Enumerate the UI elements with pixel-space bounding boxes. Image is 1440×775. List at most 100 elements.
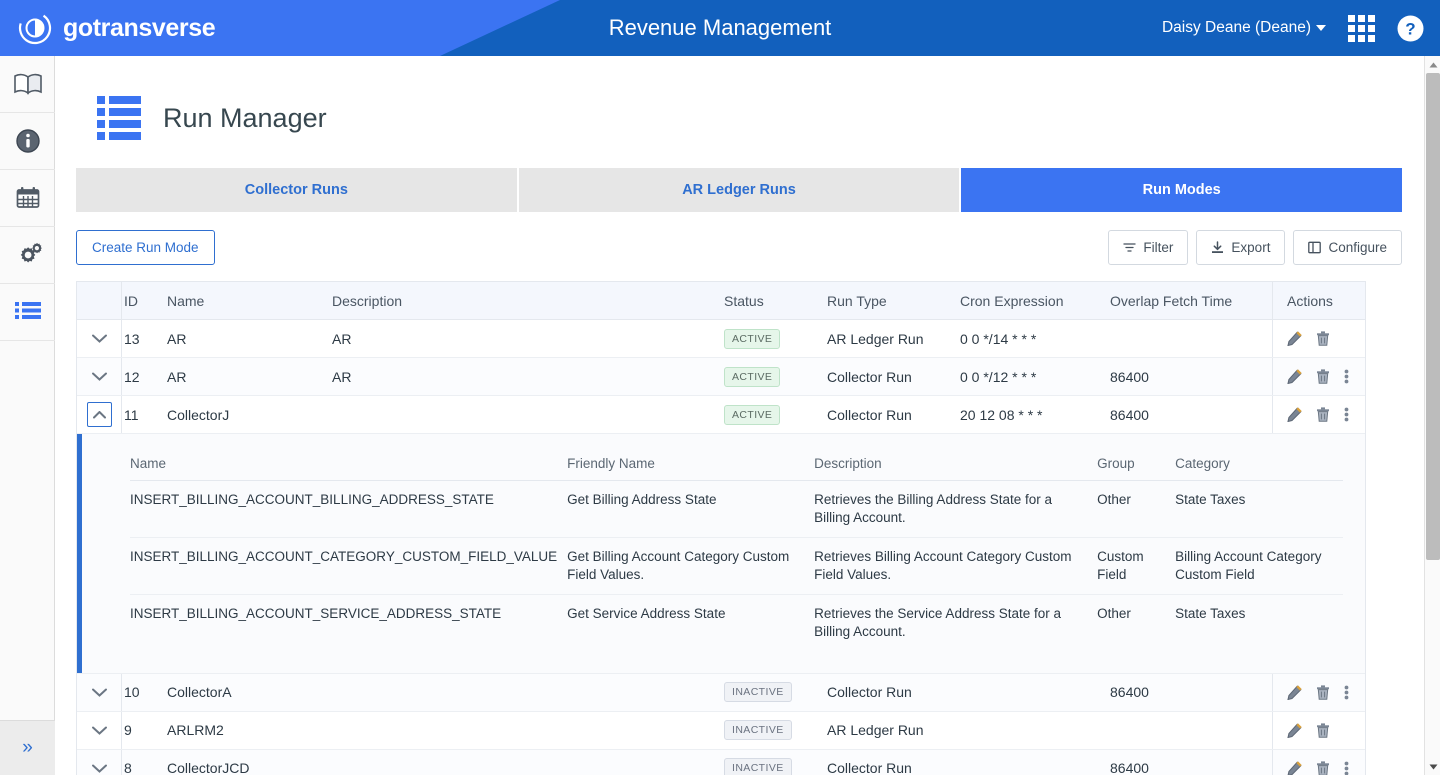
- sidebar-item-calendar[interactable]: [0, 170, 55, 227]
- column-header-toggle: [77, 281, 122, 320]
- more-vertical-icon[interactable]: [1344, 761, 1349, 775]
- detail-cell-name: INSERT_BILLING_ACCOUNT_BILLING_ADDRESS_S…: [130, 480, 568, 538]
- detail-column-group: Group: [1097, 456, 1176, 481]
- download-export-icon: [1212, 241, 1224, 253]
- gears-icon: [20, 242, 42, 263]
- cell-overlap: 86400: [1110, 760, 1149, 775]
- cell-status: INACTIVE: [724, 682, 827, 703]
- table-row[interactable]: 12 AR AR ACTIVE Collector Run 0 0 */12 *…: [77, 358, 1365, 396]
- tab-run-modes[interactable]: Run Modes: [961, 168, 1403, 212]
- user-menu-button[interactable]: Daisy Deane (Deane): [1162, 19, 1326, 37]
- row-expand-toggle[interactable]: [77, 358, 122, 395]
- cell-actions: [1272, 320, 1365, 357]
- pencil-icon[interactable]: [1287, 761, 1302, 775]
- sidebar-expand-button[interactable]: »: [0, 720, 55, 775]
- table-toolbar: Create Run Mode Filter Export Configure: [76, 230, 1402, 265]
- detail-row: INSERT_BILLING_ACCOUNT_BILLING_ADDRESS_S…: [130, 480, 1343, 538]
- scroll-down-arrow[interactable]: [1425, 758, 1440, 775]
- trash-icon[interactable]: [1316, 407, 1330, 422]
- table-row[interactable]: 13 AR AR ACTIVE AR Ledger Run 0 0 */14 *…: [77, 320, 1365, 358]
- trash-icon[interactable]: [1316, 331, 1330, 346]
- detail-row: INSERT_BILLING_ACCOUNT_CATEGORY_CUSTOM_F…: [130, 537, 1343, 595]
- cell-id: 10: [124, 684, 140, 701]
- toolbar-actions: Filter Export Configure: [1108, 230, 1402, 265]
- more-vertical-icon[interactable]: [1344, 369, 1349, 384]
- tab-bar: Collector Runs AR Ledger Runs Run Modes: [76, 168, 1403, 212]
- trash-icon[interactable]: [1316, 761, 1330, 775]
- tab-ar-ledger-runs[interactable]: AR Ledger Runs: [518, 168, 962, 212]
- pencil-icon[interactable]: [1287, 331, 1302, 346]
- page-header: Run Manager: [55, 56, 1424, 142]
- grid-apps-icon[interactable]: [1348, 14, 1375, 42]
- detail-cell-description: Retrieves Billing Account Category Custo…: [814, 537, 1098, 595]
- detail-cell-name: INSERT_BILLING_ACCOUNT_CATEGORY_CUSTOM_F…: [130, 537, 568, 595]
- table-row[interactable]: 9 ARLRM2 INACTIVE AR Ledger Run: [77, 711, 1365, 750]
- row-expand-toggle[interactable]: [77, 749, 122, 775]
- triangle-down-icon: [1429, 764, 1437, 769]
- cell-overlap: 86400: [1110, 684, 1149, 701]
- row-expand-toggle[interactable]: [77, 673, 122, 711]
- status-badge: ACTIVE: [724, 404, 781, 425]
- column-header-run-type: Run Type: [827, 292, 887, 309]
- cell-actions: [1272, 358, 1365, 395]
- export-button[interactable]: Export: [1196, 230, 1286, 265]
- column-header-overlap: Overlap Fetch Time: [1110, 292, 1233, 309]
- sidebar-item-info[interactable]: [0, 113, 55, 170]
- status-badge: INACTIVE: [724, 682, 792, 703]
- run-modes-table: ID Name Description Status Run Type Cron…: [76, 281, 1366, 775]
- detail-column-name: Name: [130, 456, 568, 481]
- more-vertical-icon[interactable]: [1344, 685, 1349, 700]
- sidebar-item-settings[interactable]: [0, 227, 55, 284]
- main-content: Run Manager Collector Runs AR Ledger Run…: [55, 56, 1424, 775]
- cell-actions: [1272, 673, 1365, 711]
- cell-name: AR: [167, 330, 187, 347]
- table-row[interactable]: 11 CollectorJ ACTIVE Collector Run 20 12…: [77, 396, 1365, 434]
- status-badge: INACTIVE: [724, 758, 792, 775]
- pencil-icon[interactable]: [1287, 369, 1302, 384]
- pencil-icon[interactable]: [1287, 685, 1302, 700]
- detail-column-category: Category: [1175, 456, 1343, 481]
- detail-cell-category: State Taxes: [1175, 480, 1343, 538]
- trash-icon[interactable]: [1316, 685, 1330, 700]
- tab-collector-runs[interactable]: Collector Runs: [76, 168, 519, 212]
- scrollbar-thumb[interactable]: [1426, 73, 1440, 560]
- row-expand-toggle[interactable]: [77, 320, 122, 357]
- pencil-icon[interactable]: [1287, 723, 1302, 738]
- sidebar-item-run-manager[interactable]: [0, 284, 55, 341]
- cell-cron: 0 0 */14 * * *: [960, 330, 1037, 347]
- column-header-name: Name: [167, 292, 205, 309]
- configure-button[interactable]: Configure: [1293, 230, 1402, 265]
- info-icon: [15, 129, 40, 153]
- filter-label: Filter: [1143, 240, 1174, 255]
- row-collapse-toggle[interactable]: [77, 396, 122, 433]
- cell-description: AR: [332, 330, 352, 347]
- page-title: Run Manager: [163, 102, 327, 133]
- trash-icon[interactable]: [1316, 369, 1330, 384]
- detail-cell-friendly-name: Get Billing Account Category Custom Fiel…: [567, 537, 815, 595]
- pencil-icon[interactable]: [1287, 407, 1302, 422]
- scroll-up-arrow[interactable]: [1425, 56, 1440, 73]
- sidebar-item-book[interactable]: [0, 56, 55, 113]
- row-expand-toggle[interactable]: [77, 711, 122, 749]
- svg-text:?: ?: [1405, 19, 1415, 38]
- detail-cell-friendly-name: Get Billing Address State: [567, 480, 815, 538]
- more-vertical-icon[interactable]: [1344, 407, 1349, 422]
- cell-run-type: Collector Run: [827, 760, 912, 775]
- filter-button[interactable]: Filter: [1108, 230, 1189, 265]
- cell-status: ACTIVE: [724, 404, 827, 425]
- brand-logo-link[interactable]: gotransverse: [18, 0, 216, 56]
- page-scrollbar[interactable]: [1424, 56, 1440, 775]
- detail-column-description: Description: [814, 456, 1098, 481]
- table-row[interactable]: 10 CollectorA INACTIVE Collector Run 864…: [77, 673, 1365, 712]
- chevron-down-icon: [91, 334, 107, 343]
- cell-status: ACTIVE: [724, 366, 827, 387]
- top-header-bar: gotransverse Revenue Management Daisy De…: [0, 0, 1440, 56]
- help-question-icon[interactable]: ?: [1397, 15, 1424, 42]
- table-row[interactable]: 8 CollectorJCD INACTIVE Collector Run 86…: [77, 749, 1365, 775]
- status-badge: INACTIVE: [724, 720, 792, 741]
- create-run-mode-button[interactable]: Create Run Mode: [76, 230, 215, 265]
- calendar-icon: [16, 187, 39, 208]
- cell-overlap: 86400: [1110, 406, 1149, 423]
- trash-icon[interactable]: [1316, 723, 1330, 738]
- chevron-up-box[interactable]: [86, 402, 112, 427]
